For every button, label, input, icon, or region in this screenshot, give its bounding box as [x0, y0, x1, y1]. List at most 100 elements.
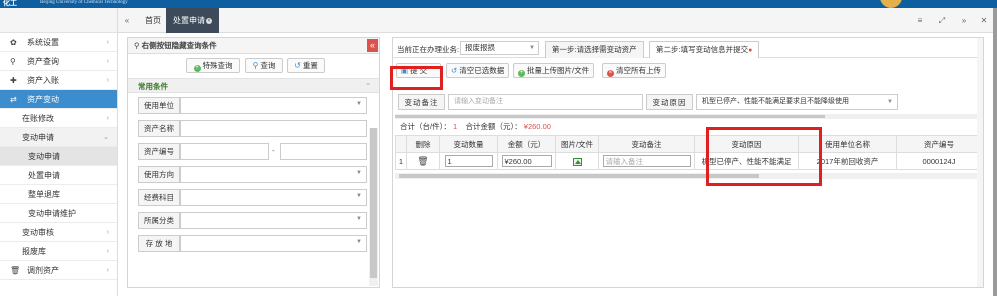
tab-step-2[interactable]: 第二步:填写变动信息并提交●: [649, 41, 760, 58]
asset-code-from-input[interactable]: [180, 143, 269, 160]
column-header: 图片/文件: [555, 135, 599, 153]
image-icon[interactable]: [572, 157, 582, 166]
vertical-scrollbar[interactable]: [977, 38, 983, 287]
tab-dispose-apply[interactable]: 处置申请 ×: [166, 8, 219, 33]
special-query-button[interactable]: + 特殊查询: [186, 58, 240, 73]
required-dot: ●: [748, 47, 753, 54]
sidebar-sub-scrap-library[interactable]: 报废库 ›: [0, 242, 117, 261]
qty-cell: 1: [439, 152, 498, 170]
asset-code-cell: 0000124J: [896, 152, 982, 170]
chevron-down-icon: ▼: [356, 101, 362, 107]
count-value: 1: [452, 122, 458, 131]
sidebar-item-label: 资产入账: [27, 76, 59, 85]
reset-button[interactable]: ↺ 重置: [287, 58, 325, 73]
scroll-right-icon[interactable]: »: [955, 8, 973, 33]
sidebar-item-transfer-assets[interactable]: 🗑 调剂资产 ›: [0, 261, 117, 280]
sidebar-leaf-dispose-apply[interactable]: 处置申请: [0, 166, 117, 185]
chevron-right-icon: ›: [106, 267, 109, 274]
sidebar-sub-label: 变动申请: [22, 133, 54, 142]
tab-bar: « 首页 处置申请 × ≡ ⤢ » ✕: [118, 8, 993, 33]
query-panel: ⚲ 右侧按钮隐藏查询条件 « + 特殊查询 ⚲ 查询 ↺ 重置 常用条件 ⌃ 使用单位…: [127, 37, 380, 288]
table-row: 1 🗑 1 ¥260.00 请输入备注 机型已停产、性能不能满足 2017年前回…: [395, 152, 982, 170]
scrollbar-thumb[interactable]: [370, 128, 377, 278]
search-icon: ⚲: [10, 57, 16, 66]
fullscreen-icon[interactable]: ⤢: [933, 8, 951, 33]
tab-home[interactable]: 首页: [138, 8, 168, 33]
query-panel-header: ⚲ 右侧按钮隐藏查询条件: [128, 38, 379, 54]
reason-select[interactable]: 机型已停产、性能不能满足要求且不能降级使用 ▼: [696, 94, 898, 110]
column-header[interactable]: 变动数量: [439, 135, 498, 153]
column-header[interactable]: 资产编号: [896, 135, 982, 153]
logo: 化工: [3, 0, 17, 7]
sidebar-item-asset-query[interactable]: ⚲ 资产查询 ›: [0, 52, 117, 71]
app-frame: ✿ 系统设置 › ⚲ 资产查询 › ✚ 资产入账 › ⇄ 资产变动 在账修改 ›…: [0, 8, 993, 296]
location-select[interactable]: ▼: [180, 235, 367, 252]
column-header[interactable]: 金额（元）: [497, 135, 556, 153]
section-title: 常用条件: [138, 82, 168, 91]
field-label: 经费科目: [138, 189, 180, 206]
query-button[interactable]: ⚲ 查询: [245, 58, 283, 73]
tab-step-1[interactable]: 第一步:请选择需变动资产: [545, 41, 644, 58]
chevron-down-icon: ▼: [887, 99, 893, 105]
close-circle-icon: ×: [607, 70, 614, 77]
close-all-icon[interactable]: ✕: [975, 8, 993, 33]
chevron-down-icon: ▼: [356, 239, 362, 245]
sidebar-sub-change-audit[interactable]: 变动审核 ›: [0, 223, 117, 242]
sidebar-item-asset-change[interactable]: ⇄ 资产变动: [0, 90, 117, 109]
collapse-button[interactable]: «: [367, 39, 378, 52]
quantity-input[interactable]: 1: [444, 155, 493, 167]
sidebar-leaf-whole-return[interactable]: 整单退库: [0, 185, 117, 204]
business-steps-bar: 当前正在办理业务: 报废报损 ▼ 第一步:请选择需变动资产 第二步:填写变动信息…: [393, 38, 983, 58]
sidebar-sub-label: 报废库: [22, 247, 46, 256]
totals-summary: 合计（台/件）： 1 合计金额（元）： ¥260.00: [400, 121, 551, 132]
vertical-scrollbar[interactable]: [369, 128, 378, 286]
direction-select[interactable]: ▼: [180, 166, 367, 183]
chevron-right-icon: ›: [106, 248, 109, 255]
amount-value: ¥260.00: [523, 122, 551, 131]
field-label: 使用方向: [138, 166, 180, 183]
horizontal-scrollbar[interactable]: [395, 114, 981, 119]
sidebar-header: [0, 8, 117, 33]
sidebar-item-asset-entry[interactable]: ✚ 资产入账 ›: [0, 71, 117, 90]
amount-input[interactable]: ¥260.00: [501, 155, 552, 167]
field-label: 资产编号: [138, 143, 180, 160]
avatar[interactable]: [880, 0, 902, 8]
common-conditions-header[interactable]: 常用条件 ⌃: [128, 78, 379, 93]
asset-name-input[interactable]: [180, 120, 367, 137]
category-select[interactable]: ▼: [180, 212, 367, 229]
shuffle-icon: ⇄: [10, 95, 17, 104]
unit-select[interactable]: ▼: [180, 97, 367, 114]
scrollbar-thumb[interactable]: [399, 174, 759, 178]
amount-cell: ¥260.00: [497, 152, 556, 170]
clear-selected-button[interactable]: ↺ 清空已选数据: [446, 63, 510, 78]
sidebar-sub-change-apply[interactable]: 变动申请 ⌄: [0, 128, 117, 147]
sidebar-leaf-apply-maintenance[interactable]: 变动申请维护: [0, 204, 117, 223]
table-horizontal-scrollbar[interactable]: [395, 173, 981, 179]
asset-code-to-input[interactable]: [280, 143, 367, 160]
change-items-table: 删除 变动数量 金额（元） 图片/文件 变动备注 变动原因 使用单位名称 资产编…: [395, 135, 982, 170]
scrollbar-thumb[interactable]: [395, 115, 825, 118]
trash-icon[interactable]: 🗑: [417, 156, 428, 166]
row-remark-input[interactable]: 请输入备注: [602, 155, 691, 167]
plus-circle-icon: +: [518, 70, 525, 77]
scroll-left-icon[interactable]: «: [118, 8, 136, 33]
highlight-submit: [390, 66, 443, 90]
step-label: 第二步:填写变动信息并提交: [656, 45, 749, 54]
range-dash: -: [272, 146, 275, 155]
chevron-right-icon: ›: [106, 39, 109, 46]
close-icon[interactable]: ×: [206, 18, 212, 24]
sidebar-item-system-settings[interactable]: ✿ 系统设置 ›: [0, 33, 117, 52]
remark-input[interactable]: 请输入变动备注: [448, 94, 643, 110]
field-label: 存 放 地: [138, 235, 180, 252]
sidebar: ✿ 系统设置 › ⚲ 资产查询 › ✚ 资产入账 › ⇄ 资产变动 在账修改 ›…: [0, 8, 118, 296]
sidebar-leaf-change-apply[interactable]: 变动申请: [0, 147, 117, 166]
chevron-right-icon: ›: [106, 115, 109, 122]
menu-icon[interactable]: ≡: [911, 8, 929, 33]
action-toolbar: ▣ 提 交 ↺ 清空已选数据 + 批量上传图片/文件 × 清空所有上传: [393, 60, 983, 80]
business-select[interactable]: 报废报损 ▼: [460, 41, 539, 55]
batch-upload-button[interactable]: + 批量上传图片/文件: [513, 63, 595, 78]
sidebar-sub-label: 在账修改: [22, 114, 54, 123]
funding-select[interactable]: ▼: [180, 189, 367, 206]
clear-uploads-button[interactable]: × 清空所有上传: [602, 63, 666, 78]
sidebar-sub-on-book-edit[interactable]: 在账修改 ›: [0, 109, 117, 128]
